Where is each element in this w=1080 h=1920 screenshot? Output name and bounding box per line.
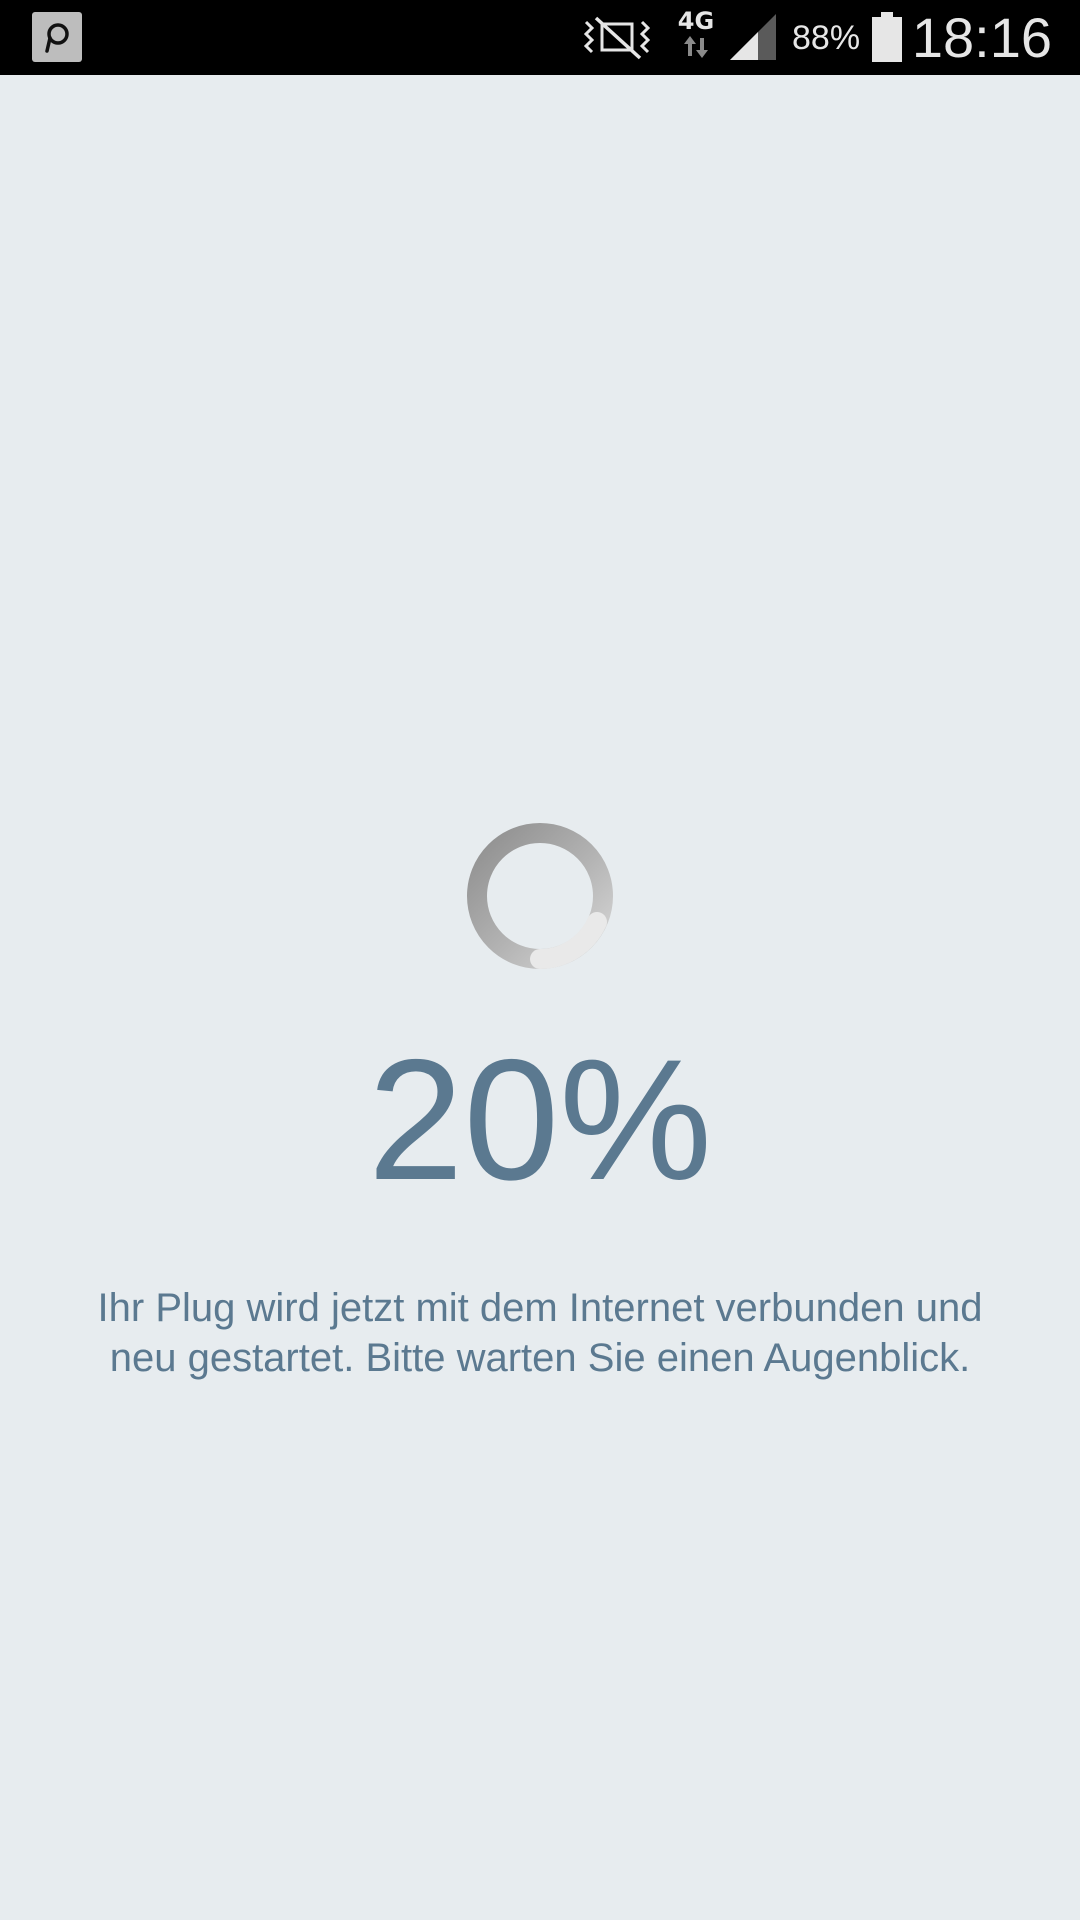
status-bar: 4G 88% 18:16: [0, 0, 1080, 75]
vibrate-mute-icon: [580, 12, 656, 62]
connection-progress-screen: 20% Ihr Plug wird jetzt mit dem Internet…: [0, 75, 1080, 1920]
status-message-line-1: Ihr Plug wird jetzt mit dem Internet ver…: [97, 1286, 983, 1330]
plug-app-icon: [32, 12, 82, 62]
network-type-label: 4G: [677, 7, 715, 35]
loading-spinner-icon: [466, 822, 614, 970]
signal-strength-icon: [728, 12, 778, 62]
progress-percentage: 20%: [367, 1024, 713, 1216]
status-message: Ihr Plug wird jetzt mit dem Internet ver…: [60, 1283, 1020, 1383]
clock-time: 18:16: [911, 6, 1052, 69]
network-indicator: 4G: [672, 8, 720, 66]
battery-icon: [872, 12, 902, 62]
status-message-line-2: neu gestartet. Bitte warten Sie einen Au…: [109, 1336, 971, 1380]
data-transfer-arrows-icon: [684, 36, 708, 58]
battery-percent: 88%: [792, 19, 861, 57]
